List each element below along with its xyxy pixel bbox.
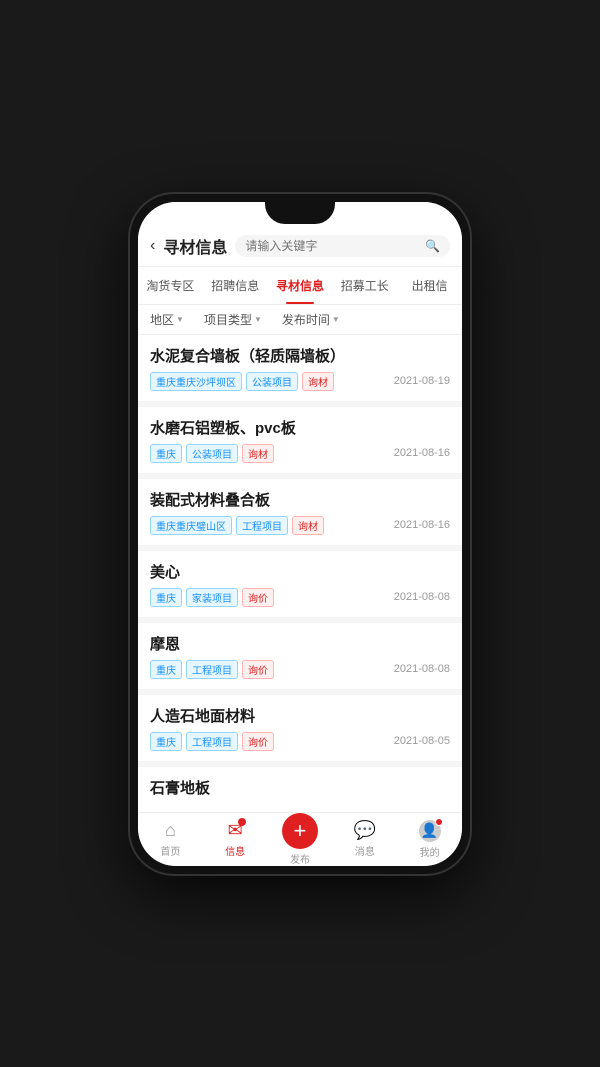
item-meta: 重庆重庆璧山区 工程项目 询材 2021-08-16: [150, 516, 450, 535]
item-title: 人造石地面材料: [150, 705, 450, 726]
material-list: 水泥复合墙板（轻质隔墙板） 重庆重庆沙坪坝区 公装项目 询材 2021-08-1…: [138, 335, 462, 812]
list-item[interactable]: 美心 重庆 家装项目 询价 2021-08-08: [138, 551, 462, 617]
nav-item-my[interactable]: 👤 我的: [397, 813, 462, 866]
nav-item-publish[interactable]: + 发布: [268, 813, 333, 866]
message-dot: [238, 818, 246, 826]
filter-date-arrow: ▼: [332, 315, 340, 324]
tag-location: 重庆: [150, 660, 182, 679]
tag-location: 重庆: [150, 444, 182, 463]
filter-row: 地区 ▼ 项目类型 ▼ 发布时间 ▼: [138, 305, 462, 335]
item-title: 美心: [150, 561, 450, 582]
nav-label-chat: 消息: [355, 843, 375, 858]
list-item[interactable]: 摩恩 重庆 工程项目 询价 2021-08-08: [138, 623, 462, 689]
nav-label-publish: 发布: [290, 851, 310, 866]
tabs-bar: 淘货专区 招聘信息 寻材信息 招募工长 出租信: [138, 267, 462, 305]
tag-action[interactable]: 询材: [302, 372, 334, 391]
nav-label-info: 信息: [225, 843, 245, 858]
nav-item-chat[interactable]: 💬 消息: [332, 813, 397, 866]
tag-project: 工程项目: [186, 660, 238, 679]
search-bar[interactable]: 🔍: [235, 235, 450, 257]
tab-rental[interactable]: 出租信: [397, 267, 462, 304]
item-meta: 重庆 公装项目 询材 2021-08-16: [150, 444, 450, 463]
chat-icon: 💬: [354, 820, 376, 841]
filter-type-arrow: ▼: [254, 315, 262, 324]
nav-label-home: 首页: [160, 843, 180, 858]
home-icon: ⌂: [165, 820, 176, 841]
nav-item-info[interactable]: ✉ 信息: [203, 813, 268, 866]
tab-gongchang[interactable]: 招募工长: [332, 267, 397, 304]
search-input[interactable]: [245, 239, 421, 253]
list-item[interactable]: 装配式材料叠合板 重庆重庆璧山区 工程项目 询材 2021-08-16: [138, 479, 462, 545]
item-title: 水磨石铝塑板、pvc板: [150, 417, 450, 438]
tag-action[interactable]: 询价: [242, 588, 274, 607]
tag-action[interactable]: 询价: [242, 732, 274, 751]
item-date: 2021-08-05: [394, 735, 450, 747]
tag-project: 公装项目: [246, 372, 298, 391]
item-meta: 重庆 家装项目 询价 2021-08-08: [150, 588, 450, 607]
tag-project: 工程项目: [186, 732, 238, 751]
list-item[interactable]: 水磨石铝塑板、pvc板 重庆 公装项目 询材 2021-08-16: [138, 407, 462, 473]
tag-project: 工程项目: [236, 516, 288, 535]
list-item-truncated[interactable]: 石膏地板: [138, 767, 462, 812]
back-button[interactable]: ‹: [150, 237, 155, 255]
tag-action[interactable]: 询价: [242, 660, 274, 679]
filter-date[interactable]: 发布时间 ▼: [282, 311, 340, 328]
tag-location: 重庆: [150, 588, 182, 607]
item-date: 2021-08-16: [394, 447, 450, 459]
avatar-dot: [435, 818, 443, 826]
tab-xuncai[interactable]: 寻材信息: [268, 267, 333, 304]
item-title: 水泥复合墙板（轻质隔墙板）: [150, 345, 450, 366]
item-date: 2021-08-19: [394, 375, 450, 387]
search-icon: 🔍: [425, 239, 440, 253]
nav-item-home[interactable]: ⌂ 首页: [138, 813, 203, 866]
tag-location: 重庆重庆沙坪坝区: [150, 372, 242, 391]
avatar-icon: 👤: [419, 820, 441, 842]
tag-action[interactable]: 询材: [292, 516, 324, 535]
header: ‹ 寻材信息 🔍: [138, 226, 462, 267]
tab-recruit[interactable]: 招聘信息: [203, 267, 268, 304]
publish-button[interactable]: +: [282, 813, 318, 849]
item-meta: 重庆 工程项目 询价 2021-08-05: [150, 732, 450, 751]
list-item[interactable]: 人造石地面材料 重庆 工程项目 询价 2021-08-05: [138, 695, 462, 761]
filter-project-type[interactable]: 项目类型 ▼: [204, 311, 262, 328]
tag-action[interactable]: 询材: [242, 444, 274, 463]
item-date: 2021-08-16: [394, 519, 450, 531]
item-date: 2021-08-08: [394, 663, 450, 675]
item-meta: 重庆 工程项目 询价 2021-08-08: [150, 660, 450, 679]
item-date: 2021-08-08: [394, 591, 450, 603]
message-badge: ✉: [228, 820, 243, 841]
item-meta: 重庆重庆沙坪坝区 公装项目 询材 2021-08-19: [150, 372, 450, 391]
list-item[interactable]: 水泥复合墙板（轻质隔墙板） 重庆重庆沙坪坝区 公装项目 询材 2021-08-1…: [138, 335, 462, 401]
bottom-nav: ⌂ 首页 ✉ 信息 + 发布 💬 消息: [138, 812, 462, 866]
nav-label-my: 我的: [420, 844, 440, 859]
tag-project: 公装项目: [186, 444, 238, 463]
item-title: 石膏地板: [150, 777, 450, 798]
item-title: 摩恩: [150, 633, 450, 654]
tab-tao[interactable]: 淘货专区: [138, 267, 203, 304]
tag-project: 家装项目: [186, 588, 238, 607]
item-title: 装配式材料叠合板: [150, 489, 450, 510]
page-title: 寻材信息: [163, 234, 227, 258]
tag-location: 重庆重庆璧山区: [150, 516, 232, 535]
filter-region[interactable]: 地区 ▼: [150, 311, 184, 328]
message-icon: ✉: [228, 820, 243, 841]
filter-region-arrow: ▼: [176, 315, 184, 324]
tag-location: 重庆: [150, 732, 182, 751]
